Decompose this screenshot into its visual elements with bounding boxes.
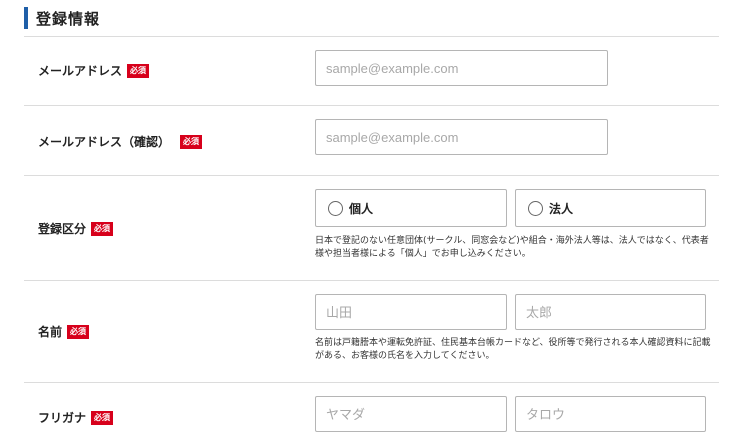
required-badge: 必須 (91, 410, 114, 425)
section-accent-bar (24, 7, 28, 29)
radio-circle-icon[interactable] (528, 200, 543, 216)
email-label: メールアドレス (38, 64, 123, 78)
radio-individual[interactable]: 個人 (315, 189, 507, 227)
required-badge: 必須 (67, 324, 90, 339)
name-label-row: 名前 必須 (38, 323, 90, 340)
radio-individual-label: 個人 (349, 201, 374, 216)
divider (24, 280, 719, 281)
first-name-kana-input[interactable] (515, 396, 706, 432)
registration-type-label-row: 登録区分 必須 (38, 220, 114, 237)
radio-circle-icon[interactable] (328, 200, 343, 216)
divider (24, 36, 719, 37)
email-label-row: メールアドレス 必須 (38, 62, 150, 79)
section-header: 登録情報 (24, 6, 100, 30)
required-badge: 必須 (91, 221, 114, 236)
divider (24, 175, 719, 176)
radio-corporation-label: 法人 (549, 201, 574, 216)
email-confirm-label-row: メールアドレス（確認） 必須 (38, 133, 203, 150)
name-label: 名前 (38, 325, 63, 339)
email-confirm-label: メールアドレス（確認） (38, 135, 171, 149)
email-confirm-input[interactable] (315, 119, 608, 155)
section-title: 登録情報 (36, 9, 101, 28)
registration-type-note: 日本で登記のない任意団体(サークル、同窓会など)や組合・海外法人等は、法人ではな… (315, 236, 709, 259)
divider (24, 105, 719, 106)
registration-type-label: 登録区分 (38, 222, 87, 236)
furigana-label-row: フリガナ 必須 (38, 409, 114, 426)
first-name-input[interactable] (515, 294, 706, 330)
email-input[interactable] (315, 50, 608, 86)
required-badge: 必須 (127, 63, 150, 78)
furigana-label: フリガナ (38, 411, 87, 425)
required-badge: 必須 (180, 134, 203, 149)
name-note: 名前は戸籍謄本や運転免許証、住民基本台帳カードなど、役所等で発行される本人確認資… (315, 338, 711, 361)
last-name-input[interactable] (315, 294, 507, 330)
last-name-kana-input[interactable] (315, 396, 507, 432)
radio-corporation[interactable]: 法人 (515, 189, 706, 227)
divider (24, 382, 719, 383)
